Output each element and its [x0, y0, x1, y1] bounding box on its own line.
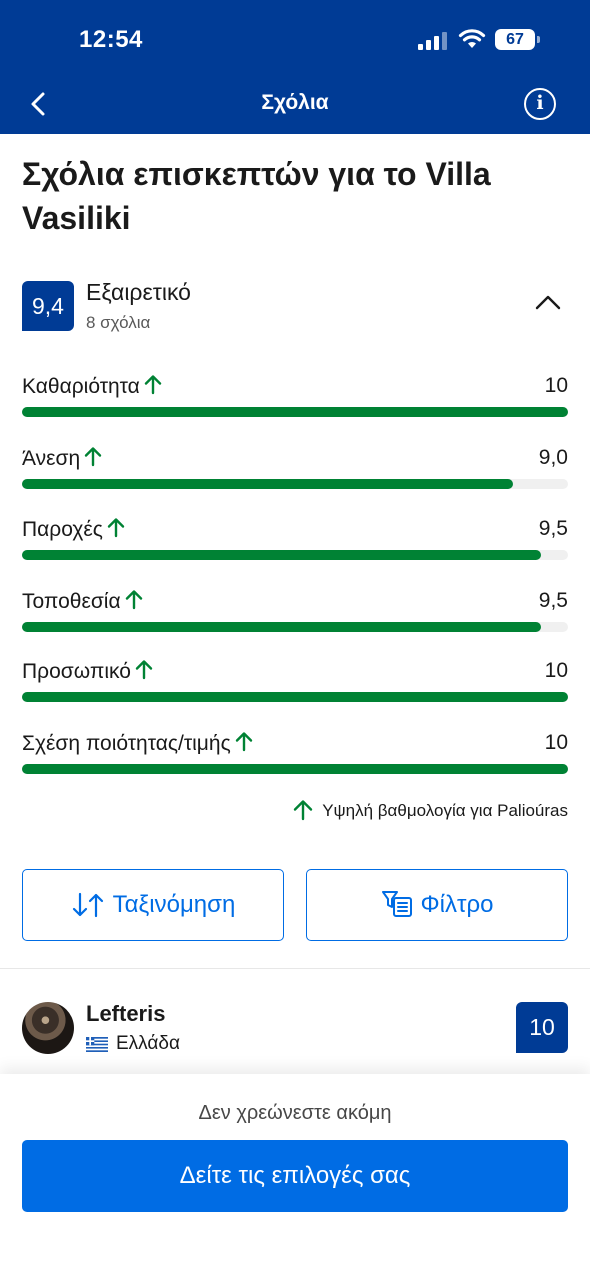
category-staff: Προσωπικό 10 — [22, 659, 568, 719]
score-bar — [22, 407, 568, 417]
category-label: Άνεση — [22, 446, 102, 471]
category-comfort: Άνεση 9,0 — [22, 446, 568, 506]
review-count: 8 σχόλια — [86, 313, 151, 332]
category-label: Καθαριότητα — [22, 374, 162, 399]
page-title: Σχόλια επισκεπτών για το Villa Vasiliki — [22, 156, 491, 236]
category-value-for-money: Σχέση ποιότητας/τιμής 10 — [22, 731, 568, 791]
divider — [0, 968, 590, 969]
category-score: 9,5 — [538, 589, 568, 612]
category-label: Παροχές — [22, 517, 125, 542]
status-time: 12:54 — [79, 26, 143, 53]
sort-icon — [72, 892, 103, 918]
category-label: Τοποθεσία — [22, 589, 143, 614]
overall-score-badge: 9,4 — [22, 281, 74, 331]
info-button[interactable]: i — [524, 88, 556, 120]
category-cleanliness: Καθαριότητα 10 — [22, 374, 568, 434]
score-bar — [22, 550, 568, 560]
category-score: 10 — [544, 374, 568, 397]
score-bar — [22, 479, 568, 489]
status-bar: 12:54 67 — [0, 0, 590, 80]
filter-label: Φίλτρο — [420, 891, 494, 918]
top-app-bar: 12:54 67 Σχόλια i — [0, 0, 590, 134]
chevron-up-icon[interactable] — [535, 293, 561, 311]
arrow-up-icon — [125, 590, 142, 610]
arrow-up-icon — [84, 447, 102, 467]
category-score: 9,5 — [538, 517, 568, 540]
review-score-badge: 10 — [516, 1002, 568, 1053]
category-score: 9,0 — [538, 446, 568, 469]
avatar[interactable] — [22, 1002, 74, 1054]
high-score-note: Υψηλή βαθμολογία για Palioúras — [292, 799, 568, 821]
sort-button[interactable]: Ταξινόμηση — [22, 869, 284, 941]
score-bar — [22, 764, 568, 774]
battery-icon: 67 — [495, 29, 540, 50]
arrow-up-icon — [293, 800, 313, 821]
arrow-up-icon — [144, 375, 162, 395]
category-label: Σχέση ποιότητας/τιμής — [22, 731, 253, 756]
score-bar — [22, 692, 568, 702]
score-bar — [22, 622, 568, 632]
arrow-up-icon — [135, 660, 153, 680]
cellular-signal-icon — [418, 32, 448, 50]
nav-title: Σχόλια — [261, 91, 329, 114]
no-charge-note: Δεν χρεώνεστε ακόμη — [198, 1102, 392, 1124]
filter-button[interactable]: Φίλτρο — [306, 869, 568, 941]
sort-label: Ταξινόμηση — [112, 891, 236, 918]
arrow-up-icon — [235, 732, 252, 752]
category-facilities: Παροχές 9,5 — [22, 517, 568, 577]
greece-flag-icon — [86, 1037, 108, 1052]
arrow-up-icon — [107, 518, 125, 538]
category-location: Τοποθεσία 9,5 — [22, 589, 568, 649]
overall-score-label: Εξαιρετικό — [86, 279, 191, 305]
reviewer-country: Ελλάδα — [116, 1033, 180, 1054]
filter-icon — [381, 891, 412, 917]
see-options-button[interactable]: Δείτε τις επιλογές σας — [22, 1140, 568, 1212]
category-label: Προσωπικό — [22, 659, 153, 684]
info-icon: i — [536, 92, 544, 114]
high-score-text: Υψηλή βαθμολογία για Palioúras — [322, 801, 568, 820]
category-score: 10 — [544, 731, 568, 754]
wifi-icon — [458, 29, 486, 48]
reviewer-name: Lefteris — [86, 1001, 166, 1026]
category-score: 10 — [544, 659, 568, 682]
